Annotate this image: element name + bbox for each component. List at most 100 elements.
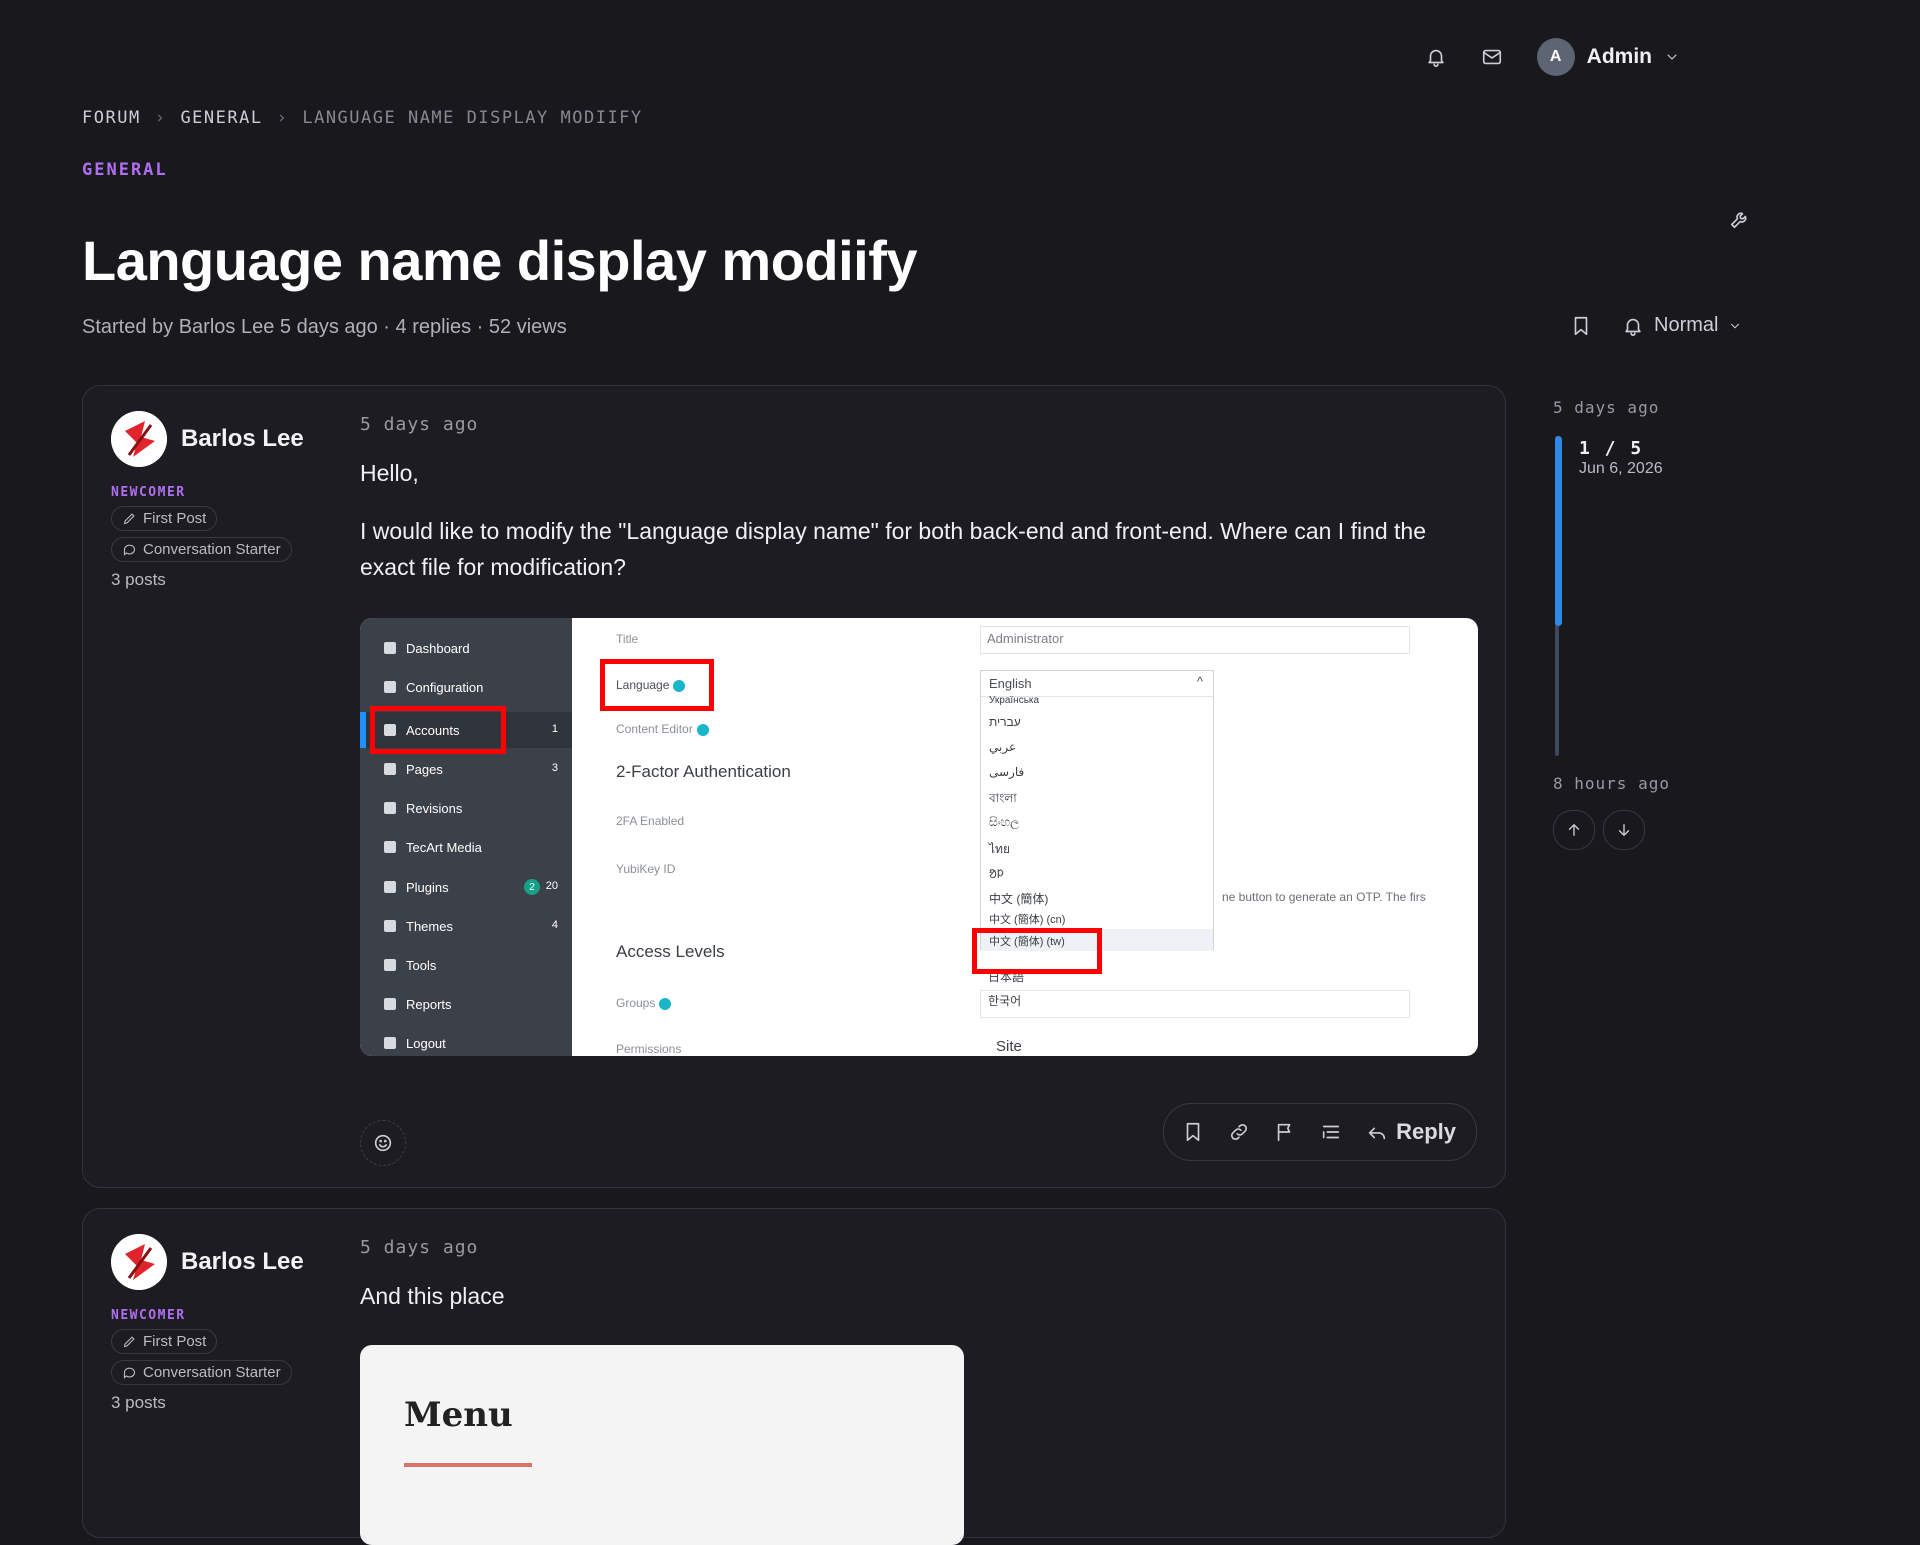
subscription-label: Normal bbox=[1654, 314, 1719, 336]
post-actions: Reply bbox=[1163, 1103, 1477, 1161]
screenshot-language-dropdown: English ^ Українська עברית عربي فارسی বাং… bbox=[980, 670, 1214, 951]
user-menu[interactable]: A Admin bbox=[1536, 38, 1680, 76]
author-name[interactable]: Barlos Lee bbox=[181, 425, 304, 453]
screenshot-label: Site bbox=[996, 1038, 1022, 1055]
badge-conversation-starter[interactable]: Conversation Starter bbox=[111, 537, 292, 562]
post-paragraph: Hello, bbox=[360, 460, 419, 486]
post-content: 5 days ago Hello, I would like to modify… bbox=[360, 414, 1477, 585]
post-time[interactable]: 5 days ago bbox=[360, 1237, 1477, 1258]
badge-label: First Post bbox=[143, 1333, 207, 1350]
breadcrumb-separator: › bbox=[154, 108, 167, 128]
author-rank: NEWCOMER bbox=[111, 485, 186, 500]
attached-screenshot[interactable]: Dashboard Configuration Accounts 1 Pages… bbox=[360, 618, 1478, 1056]
author-name[interactable]: Barlos Lee bbox=[181, 1248, 304, 1276]
bookmark-icon[interactable] bbox=[1570, 315, 1592, 337]
screenshot-section: Access Levels bbox=[616, 942, 725, 961]
post-content: 5 days ago And this place bbox=[360, 1237, 1477, 1314]
breadcrumb-current: LANGUAGE NAME DISPLAY MODIIFY bbox=[302, 108, 643, 128]
timeline-scrubber[interactable] bbox=[1555, 436, 1562, 626]
timeline-start[interactable]: 5 days ago bbox=[1553, 398, 1693, 417]
dropdown-option: 中文 (簡体) (cn) bbox=[989, 914, 1066, 926]
reply-button[interactable]: Reply bbox=[1366, 1119, 1456, 1145]
dropdown-option: Українська bbox=[989, 695, 1040, 706]
screenshot-sidebar-item: Configuration bbox=[384, 675, 483, 699]
screenshot-label: YubiKey ID bbox=[616, 862, 676, 876]
post-paragraph: And this place bbox=[360, 1283, 505, 1309]
speech-bubble-icon bbox=[123, 544, 136, 556]
screenshot-label: ne button to generate an OTP. The firs bbox=[1222, 890, 1426, 904]
breadcrumb-general[interactable]: GENERAL bbox=[180, 108, 262, 128]
attached-menu-image[interactable]: Menu bbox=[360, 1345, 964, 1545]
author-avatar[interactable] bbox=[111, 411, 167, 467]
scroll-down-button[interactable] bbox=[1603, 810, 1645, 850]
pencil-icon bbox=[123, 1336, 135, 1348]
badge-first-post[interactable]: First Post bbox=[111, 506, 218, 531]
screenshot-input: Administrator bbox=[980, 626, 1410, 654]
chevron-up-icon: ^ bbox=[1196, 674, 1203, 689]
menu-image-title: Menu bbox=[404, 1395, 513, 1435]
screenshot-sidebar-item: Dashboard bbox=[384, 636, 470, 660]
link-icon[interactable] bbox=[1228, 1121, 1250, 1143]
post: Barlos Lee NEWCOMER First Post Conversat… bbox=[82, 385, 1506, 1188]
menu-underline bbox=[404, 1463, 532, 1467]
dropdown-option: বাংলা bbox=[989, 791, 1017, 805]
screenshot-sidebar-item: Plugins bbox=[384, 875, 449, 899]
flag-icon[interactable] bbox=[1274, 1121, 1296, 1143]
author-post-count: 3 posts bbox=[111, 1393, 166, 1412]
author-rank: NEWCOMER bbox=[111, 1308, 186, 1323]
author-post-count: 3 posts bbox=[111, 570, 166, 589]
screenshot-sidebar-item: Tools bbox=[384, 953, 436, 977]
badge-first-post[interactable]: First Post bbox=[111, 1329, 218, 1354]
notifications-bell-icon[interactable] bbox=[1425, 46, 1447, 68]
messages-mail-icon[interactable] bbox=[1481, 46, 1503, 68]
dropdown-option: සිංහල bbox=[989, 815, 1020, 829]
quote-list-icon[interactable] bbox=[1320, 1121, 1342, 1143]
dropdown-option: فارسی bbox=[989, 765, 1025, 779]
screenshot-sidebar-item: TecArt Media bbox=[384, 835, 482, 859]
screenshot-sidebar-item: Pages bbox=[384, 757, 443, 781]
thread-meta: Started by Barlos Lee 5 days ago · 4 rep… bbox=[82, 316, 567, 338]
post-time[interactable]: 5 days ago bbox=[360, 414, 1477, 435]
screenshot-sidebar-item: Themes bbox=[384, 914, 453, 938]
author-avatar[interactable] bbox=[111, 1234, 167, 1290]
moderation-wrench-icon[interactable] bbox=[1729, 208, 1751, 230]
screenshot-label: Title bbox=[616, 632, 639, 646]
post-author: Barlos Lee NEWCOMER First Post Conversat… bbox=[111, 411, 321, 590]
highlight-box bbox=[370, 706, 506, 754]
post-paragraph: I would like to modify the "Language dis… bbox=[360, 518, 1427, 580]
scroll-up-button[interactable] bbox=[1553, 810, 1595, 850]
arrow-up-icon bbox=[1568, 824, 1580, 836]
screenshot-input bbox=[980, 990, 1410, 1018]
bookmark-post-icon[interactable] bbox=[1182, 1121, 1204, 1143]
timeline-end[interactable]: 8 hours ago bbox=[1553, 774, 1670, 793]
screenshot-count: 4 bbox=[551, 919, 558, 931]
screenshot-sidebar-item: Revisions bbox=[384, 796, 462, 820]
post-timeline: 5 days ago 1 / 5 Jun 6, 2026 8 hours ago bbox=[1553, 398, 1693, 850]
dropdown-option: 한국어 bbox=[988, 994, 1022, 1008]
chevron-down-icon bbox=[1731, 323, 1740, 328]
highlight-box bbox=[972, 928, 1102, 974]
breadcrumb-forum[interactable]: FORUM bbox=[82, 108, 141, 128]
dropdown-option: ᱚᱞ bbox=[989, 867, 1004, 881]
smiley-icon bbox=[374, 1134, 392, 1152]
speech-bubble-icon bbox=[123, 1367, 136, 1379]
timeline-date: Jun 6, 2026 bbox=[1579, 460, 1663, 477]
dropdown-option: ไทย bbox=[989, 842, 1010, 856]
screenshot-sidebar: Dashboard Configuration Accounts 1 Pages… bbox=[360, 618, 572, 1056]
highlight-box bbox=[600, 659, 714, 711]
user-avatar: A bbox=[1536, 38, 1575, 76]
add-reaction-button[interactable] bbox=[360, 1120, 406, 1166]
breadcrumb-separator: › bbox=[276, 108, 289, 128]
subscription-dropdown[interactable]: Normal bbox=[1622, 314, 1742, 337]
screenshot-section: 2-Factor Authentication bbox=[616, 762, 791, 781]
screenshot-label: Groups bbox=[616, 996, 672, 1010]
dropdown-selected: English bbox=[989, 676, 1032, 691]
category-tag[interactable]: GENERAL bbox=[82, 160, 168, 180]
post-author: Barlos Lee NEWCOMER First Post Conversat… bbox=[111, 1234, 321, 1413]
dropdown-option: عربي bbox=[989, 740, 1017, 754]
badge-conversation-starter[interactable]: Conversation Starter bbox=[111, 1360, 292, 1385]
bell-icon bbox=[1625, 318, 1641, 336]
screenshot-count: 3 bbox=[551, 762, 558, 774]
breadcrumb: FORUM › GENERAL › LANGUAGE NAME DISPLAY … bbox=[82, 108, 643, 128]
dropdown-option: עברית bbox=[989, 715, 1021, 729]
